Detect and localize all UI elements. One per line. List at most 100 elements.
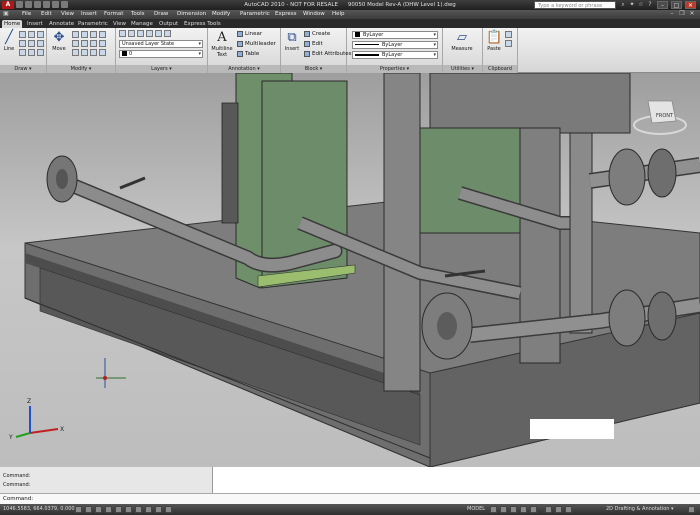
hatch-icon[interactable]	[28, 40, 35, 47]
dyn-icon[interactable]	[145, 506, 152, 513]
arc-icon[interactable]	[37, 31, 44, 38]
close-button[interactable]: ✕	[685, 1, 696, 9]
copy-icon[interactable]	[99, 31, 106, 38]
fillet-icon[interactable]	[81, 40, 88, 47]
snap-icon[interactable]	[75, 506, 82, 513]
mirror-icon[interactable]	[72, 40, 79, 47]
workspace-switcher[interactable]: 2D Drafting & Annotation ▾	[606, 506, 674, 512]
create-block-button[interactable]: Create	[304, 31, 330, 37]
tab-view[interactable]: View	[111, 20, 128, 28]
trim-icon[interactable]	[81, 31, 88, 38]
layer-previous-icon[interactable]	[164, 30, 171, 37]
menu-parametric[interactable]: Parametric	[240, 11, 270, 17]
linear-dimension-button[interactable]: Linear	[237, 31, 262, 37]
ortho-icon[interactable]	[95, 506, 102, 513]
multileader-button[interactable]: Multileader	[237, 41, 276, 47]
circle-icon[interactable]	[28, 31, 35, 38]
chamfer-icon[interactable]	[99, 49, 106, 56]
menu-window[interactable]: Window	[303, 11, 325, 17]
tab-annotate[interactable]: Annotate	[47, 20, 76, 28]
layout-icon[interactable]	[490, 506, 497, 513]
menu-dimension[interactable]: Dimension	[177, 11, 206, 17]
menu-help[interactable]: Help	[332, 11, 345, 17]
multiline-text-button[interactable]: A Multiline Text	[210, 30, 234, 58]
properties-panel-title[interactable]: Properties ▾	[347, 65, 442, 73]
zoom-icon[interactable]	[510, 506, 517, 513]
array-icon[interactable]	[81, 49, 88, 56]
showmotion-icon[interactable]	[530, 506, 537, 513]
paste-button[interactable]: 📋 Paste	[486, 30, 502, 52]
model-space-button[interactable]: MODEL	[467, 506, 485, 512]
ducs-icon[interactable]	[135, 506, 142, 513]
measure-button[interactable]: ⏥ Measure	[447, 30, 477, 52]
grid-icon[interactable]	[85, 506, 92, 513]
menu-express[interactable]: Express	[275, 11, 296, 17]
tab-parametric[interactable]: Parametric	[76, 20, 110, 28]
tab-insert[interactable]: Insert	[25, 20, 45, 28]
offset-icon[interactable]	[90, 49, 97, 56]
annotation-visibility-icon[interactable]	[555, 506, 562, 513]
tab-manage[interactable]: Manage	[129, 20, 155, 28]
maximize-button[interactable]: □	[671, 1, 682, 9]
command-input[interactable]: Command:	[0, 493, 700, 504]
communication-center-icon[interactable]: ✦	[628, 1, 636, 9]
table-button[interactable]: Table	[237, 51, 259, 57]
color-dropdown[interactable]: ByLayer	[352, 31, 438, 39]
tab-home[interactable]: Home	[2, 20, 23, 28]
region-icon[interactable]	[28, 49, 35, 56]
block-panel-title[interactable]: Block ▾	[281, 65, 346, 73]
menu-file[interactable]: File	[22, 11, 31, 17]
steering-wheel-icon[interactable]	[520, 506, 527, 513]
minimize-button[interactable]: –	[657, 1, 668, 9]
doc-minimize-icon[interactable]: –	[668, 10, 676, 18]
layer-properties-icon[interactable]	[119, 30, 126, 37]
autoscale-icon[interactable]	[565, 506, 572, 513]
help-icon[interactable]: ?	[646, 1, 654, 9]
menu-edit[interactable]: Edit	[41, 11, 52, 17]
explode-icon[interactable]	[90, 40, 97, 47]
move-button[interactable]: ✥ Move	[50, 30, 68, 52]
line-button[interactable]: ╱ Line	[2, 30, 16, 52]
viewcube-icon[interactable]	[647, 100, 677, 124]
favorites-icon[interactable]: ☆	[637, 1, 645, 9]
rectangle-icon[interactable]	[19, 40, 26, 47]
search-icon[interactable]: ⌕	[619, 1, 627, 9]
pan-icon[interactable]	[500, 506, 507, 513]
polar-icon[interactable]	[105, 506, 112, 513]
modify-panel-title[interactable]: Modify ▾	[47, 65, 115, 73]
erase-icon[interactable]	[90, 31, 97, 38]
document-icon[interactable]: ▣	[2, 10, 10, 18]
doc-close-icon[interactable]: ✕	[688, 10, 696, 18]
annotation-panel-title[interactable]: Annotation ▾	[208, 65, 280, 73]
search-input[interactable]: Type a keyword or phrase	[534, 1, 616, 9]
menu-insert[interactable]: Insert	[81, 11, 97, 17]
quick-properties-icon[interactable]	[165, 506, 172, 513]
layer-state-dropdown[interactable]: Unsaved Layer State	[119, 40, 203, 48]
annotation-scale-icon[interactable]	[545, 506, 552, 513]
linetype-dropdown[interactable]: ByLayer	[352, 41, 438, 49]
edit-attributes-button[interactable]: Edit Attributes	[304, 51, 352, 57]
lineweight-icon[interactable]	[155, 506, 162, 513]
scale-icon[interactable]	[72, 49, 79, 56]
menu-format[interactable]: Format	[104, 11, 123, 17]
otrack-icon[interactable]	[125, 506, 132, 513]
clipboard-panel-title[interactable]: Clipboard	[483, 65, 517, 73]
insert-block-button[interactable]: ⧉ Insert	[283, 30, 301, 52]
layer-color-icon[interactable]	[155, 30, 162, 37]
rotate-icon[interactable]	[72, 31, 79, 38]
tab-output[interactable]: Output	[157, 20, 180, 28]
command-window[interactable]: Command: Command: Command:	[0, 467, 700, 504]
cut-icon[interactable]	[505, 31, 512, 38]
menu-tools[interactable]: Tools	[131, 11, 145, 17]
layer-dropdown[interactable]: 0	[119, 50, 203, 58]
point-icon[interactable]	[37, 49, 44, 56]
spline-icon[interactable]	[19, 49, 26, 56]
copy-clip-icon[interactable]	[505, 40, 512, 47]
draw-panel-title[interactable]: Draw ▾	[0, 65, 46, 73]
menu-draw[interactable]: Draw	[154, 11, 168, 17]
clean-screen-icon[interactable]	[688, 506, 695, 513]
layer-on-icon[interactable]	[128, 30, 135, 37]
layers-panel-title[interactable]: Layers ▾	[116, 65, 207, 73]
menu-modify[interactable]: Modify	[212, 11, 230, 17]
ellipse-icon[interactable]	[37, 40, 44, 47]
